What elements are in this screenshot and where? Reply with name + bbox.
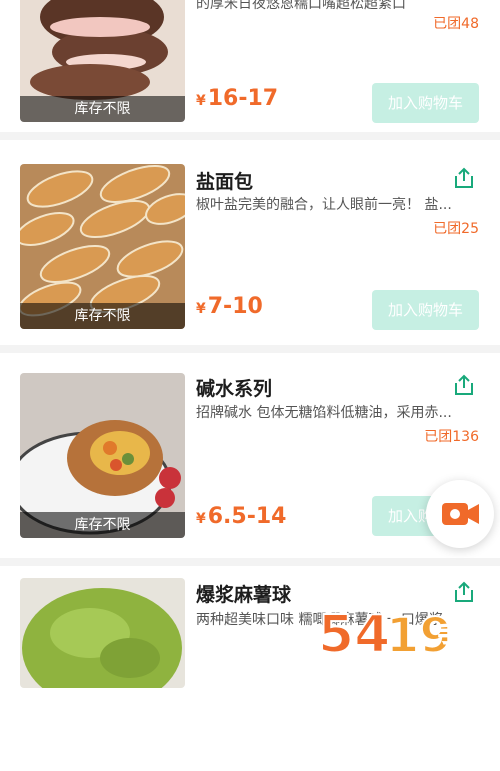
product-title[interactable]: 碱水系列 xyxy=(196,374,272,401)
product-image[interactable] xyxy=(20,578,185,688)
product-desc: 的厚米日夜悠恩糯口嘴超松超紧口 xyxy=(196,0,406,12)
video-button[interactable] xyxy=(426,480,494,548)
price-value: 6.5-14 xyxy=(207,504,287,529)
product-title[interactable]: 盐面包 xyxy=(196,167,253,194)
product-image[interactable]: 库存不限 xyxy=(20,373,185,538)
svg-text:54: 54 xyxy=(318,605,390,665)
product-image[interactable]: 库存不限 xyxy=(20,0,185,122)
price: ¥7-10 xyxy=(196,294,263,319)
stock-label: 库存不限 xyxy=(20,512,185,538)
product-image[interactable]: 库存不限 xyxy=(20,164,185,329)
price-value: 7-10 xyxy=(207,294,263,319)
video-camera-icon xyxy=(442,503,479,525)
divider xyxy=(0,558,500,566)
stock-label: 库存不限 xyxy=(20,303,185,329)
sold-count: 已团48 xyxy=(433,16,479,32)
product-card[interactable]: 爆浆麻薯球 两种超美味口味 糯唧唧麻薯球 一口爆浆 xyxy=(0,566,500,771)
share-icon[interactable] xyxy=(452,166,476,190)
product-title[interactable]: 爆浆麻薯球 xyxy=(196,580,291,607)
add-to-cart-button[interactable]: 加入购物车 xyxy=(372,290,479,330)
add-to-cart-button[interactable]: 加入购物车 xyxy=(372,83,479,123)
sold-count: 已团25 xyxy=(433,221,479,237)
product-desc: 椒叶盐完美的融合，让人眼前一亮！ 盐... xyxy=(196,197,452,213)
divider xyxy=(0,132,500,140)
stock-label: 库存不限 xyxy=(20,96,185,122)
svg-text:手游网: 手游网 xyxy=(438,622,500,648)
divider xyxy=(0,345,500,353)
price: ¥16-17 xyxy=(196,86,278,111)
watermark-logo: 54 19 手游网 xyxy=(316,600,500,666)
product-card[interactable]: 库存不限 碱水系列 招牌碱水 包体无糖馅料低糖油，采用赤... 已团136 ¥6… xyxy=(0,353,500,558)
product-card[interactable]: 库存不限 盐面包 椒叶盐完美的融合，让人眼前一亮！ 盐... 已团25 ¥7-1… xyxy=(0,140,500,345)
currency-symbol: ¥ xyxy=(196,93,206,109)
currency-symbol: ¥ xyxy=(196,301,206,317)
currency-symbol: ¥ xyxy=(196,511,206,527)
price-value: 16-17 xyxy=(207,86,279,111)
product-desc: 招牌碱水 包体无糖馅料低糖油，采用赤... xyxy=(196,405,452,421)
price: ¥6.5-14 xyxy=(196,504,286,529)
share-icon[interactable] xyxy=(452,373,476,397)
sold-count: 已团136 xyxy=(424,429,479,445)
